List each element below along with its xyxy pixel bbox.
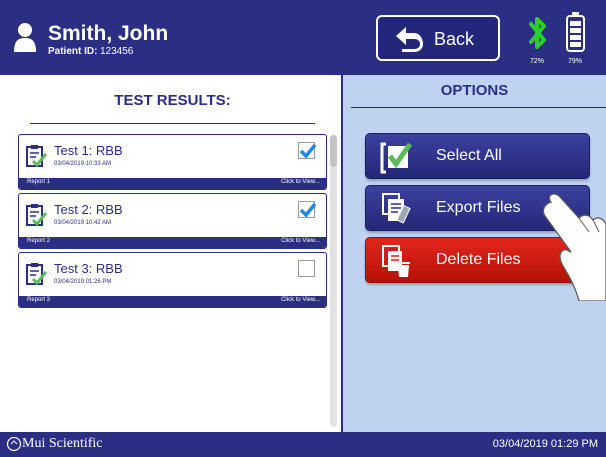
divider [351, 107, 606, 108]
delete-files-label: Delete Files [436, 251, 521, 268]
delete-files-icon [382, 245, 410, 277]
select-all-button[interactable]: Select All [365, 133, 590, 179]
result-card-1[interactable]: Test 1: RBB 03/04/2019 10:33 AM Report 1… [18, 134, 327, 190]
result-title: Test 1: RBB [54, 143, 123, 158]
back-button[interactable]: Back [376, 15, 500, 61]
result-footer: Report 2 Click to View... [19, 237, 326, 248]
company-logo-icon [6, 436, 22, 452]
patient-name: Smith, John [48, 22, 169, 45]
user-icon [14, 23, 36, 52]
checkmark-icon [299, 202, 317, 218]
result-date: 03/04/2019 10:42 AM [54, 220, 112, 226]
clipboard-check-icon [26, 145, 47, 168]
result-checkbox[interactable] [298, 142, 317, 159]
select-all-label: Select All [436, 147, 502, 164]
result-title: Test 2: RBB [54, 202, 123, 217]
click-to-view-link[interactable]: Click to View... [281, 238, 320, 244]
result-title: Test 3: RBB [54, 261, 123, 276]
bluetooth-percent: 72% [530, 58, 545, 65]
report-label: Report 3 [27, 297, 51, 303]
divider [30, 123, 315, 124]
bluetooth-icon [529, 17, 546, 49]
footer-datetime: 03/04/2019 01:29 PM [492, 438, 598, 450]
checkmark-icon [299, 143, 317, 159]
export-files-label: Export Files [436, 199, 521, 216]
result-card-3[interactable]: Test 3: RBB 03/04/2019 01:26 PM Report 3… [18, 252, 327, 308]
footer-bar: Mui Scientific 03/04/2019 01:29 PM [0, 432, 606, 457]
company-name: Mui Scientific [22, 436, 103, 451]
report-label: Report 1 [27, 179, 51, 185]
back-label: Back [434, 29, 475, 49]
result-checkbox[interactable] [298, 260, 315, 277]
test-results-panel: TEST RESULTS: Test 1: RBB 03/04/2019 10:… [0, 75, 341, 432]
result-card-2[interactable]: Test 2: RBB 03/04/2019 10:42 AM Report 2… [18, 193, 327, 249]
back-arrow-icon [396, 27, 423, 52]
header-bar: Smith, John Patient ID: 123456 Back 72% … [0, 0, 606, 75]
click-to-view-link[interactable]: Click to View... [281, 297, 320, 303]
pointing-hand-icon [542, 193, 606, 301]
result-footer: Report 1 Click to View... [19, 178, 326, 189]
clipboard-check-icon [26, 204, 47, 227]
result-date: 03/04/2019 01:26 PM [54, 279, 112, 285]
clipboard-check-icon [26, 263, 47, 286]
report-label: Report 2 [27, 238, 51, 244]
options-title: OPTIONS [440, 82, 509, 99]
patient-id-label: Patient ID: [48, 46, 98, 57]
test-results-title: TEST RESULTS: [114, 92, 231, 109]
export-files-icon [382, 193, 411, 224]
scrollbar-thumb[interactable] [330, 135, 337, 167]
result-date: 03/04/2019 10:33 AM [54, 161, 112, 167]
result-checkbox[interactable] [298, 201, 317, 218]
scrollbar-track[interactable] [330, 135, 337, 427]
battery-percent: 79% [568, 58, 583, 65]
click-to-view-link[interactable]: Click to View... [281, 179, 320, 185]
select-all-icon [380, 142, 412, 174]
result-footer: Report 3 Click to View... [19, 296, 326, 307]
battery-icon [566, 12, 585, 52]
patient-id-value: 123456 [100, 46, 134, 57]
